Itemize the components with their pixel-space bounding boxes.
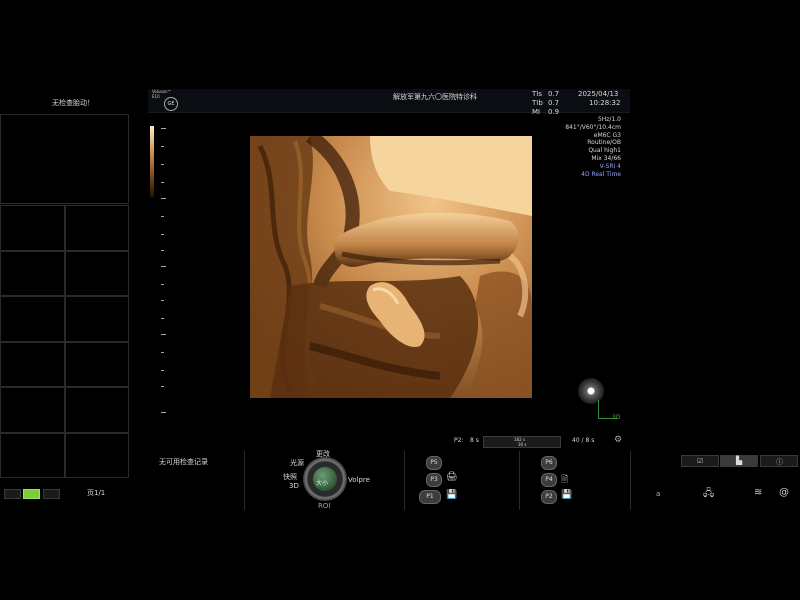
depth-tick	[161, 334, 166, 335]
layout-single-button[interactable]	[4, 489, 21, 499]
layout-grid-button[interactable]	[43, 489, 60, 499]
param-line: eM6C G3	[593, 131, 621, 139]
depth-tick	[161, 164, 164, 165]
thumbnail-slot[interactable]	[64, 387, 129, 433]
param-line: 841°/V60°/10.4cm	[565, 123, 621, 131]
depth-tick	[161, 352, 164, 353]
ultrasound-3d-render[interactable]	[250, 136, 532, 398]
depth-tick	[161, 198, 166, 199]
depth-tick	[161, 266, 166, 267]
depth-tick	[161, 370, 164, 371]
tib-label: TIb	[532, 99, 543, 107]
panel-divider	[404, 451, 405, 510]
depth-tick	[161, 318, 164, 319]
param-line: V-SRI 4	[599, 162, 621, 170]
knob-size-label: 大小	[316, 480, 329, 487]
preset-p4-button[interactable]: P4	[541, 473, 557, 487]
preset-p2-button[interactable]: P2	[541, 490, 557, 504]
document-icon[interactable]: 🗎	[561, 472, 568, 488]
at-icon[interactable]: @	[779, 487, 789, 498]
thumbnail-grid	[0, 205, 129, 478]
depth-tick	[161, 182, 164, 183]
thumbnail-slot[interactable]	[0, 250, 65, 296]
preset-p5-button[interactable]: P5	[426, 456, 442, 470]
mi-value: 0.9	[548, 108, 560, 116]
tab-measure[interactable]: ▙	[720, 455, 758, 467]
param-line: Qual high1	[588, 147, 621, 155]
cine-bar-value: 30 s	[518, 442, 527, 447]
depth-tick	[161, 146, 164, 147]
thumbnail-slot[interactable]	[64, 250, 129, 296]
thumbnail-slot[interactable]	[64, 432, 129, 478]
depth-tick	[161, 300, 164, 301]
no-records-label: 无可用检查记录	[159, 458, 208, 466]
fetal-heart-status: 无检查胎动！	[52, 99, 94, 107]
depth-tick	[161, 128, 166, 129]
tis-label: TIs	[532, 90, 542, 98]
panel-divider	[244, 451, 245, 510]
orientation-label: 3D	[612, 414, 621, 421]
thumbnail-slot[interactable]	[0, 205, 65, 251]
thumbnail-slot[interactable]	[64, 341, 129, 387]
chart-tab-icon: ▙	[736, 456, 743, 465]
thumbnail-slot[interactable]	[0, 296, 65, 342]
depth-tick	[161, 216, 164, 217]
preset-p1-button[interactable]: P1	[419, 490, 441, 504]
depth-tick	[161, 412, 166, 413]
thumbnail-slot[interactable]	[64, 205, 129, 251]
cine-p2-label: P2:	[454, 437, 464, 444]
product-logo: Voluson™ E10	[152, 89, 172, 99]
exam-date: 2025/04/13	[578, 90, 619, 98]
preset-p6-button[interactable]: P6	[541, 456, 557, 470]
tab-images[interactable]: ☑	[681, 455, 719, 467]
thumbnail-slot[interactable]	[0, 341, 65, 387]
wifi-icon[interactable]: ≋	[754, 487, 762, 498]
thumbnail-slot[interactable]	[0, 387, 65, 433]
knob-light-label: 光源	[290, 459, 304, 467]
save-export-icon[interactable]: 💾	[561, 490, 572, 500]
save-icon[interactable]: 💾	[446, 490, 457, 500]
knob-3d-label: 3D	[289, 482, 299, 490]
depth-tick	[161, 386, 164, 387]
param-line: Mix 34/66	[591, 154, 621, 162]
ge-logo: GE	[164, 97, 178, 111]
preset-p3-button[interactable]: P3	[426, 473, 442, 487]
tab-info[interactable]: ⓘ	[760, 455, 798, 467]
depth-tick	[161, 250, 164, 251]
mi-label: MI	[532, 108, 541, 116]
page-indicator: 页1/1	[87, 489, 106, 497]
knob-volpre-label: Volpre	[348, 476, 370, 484]
knob-snapshot-label: 快照	[283, 473, 297, 481]
printer-icon[interactable]: 🖨	[446, 472, 457, 482]
text-annotation-icon[interactable]: a	[656, 490, 660, 498]
tis-value: 0.7	[548, 90, 560, 98]
cine-scrollbar[interactable]: 182 s 30 s	[483, 436, 561, 448]
color-map-bar	[150, 126, 154, 198]
thumbnail-preview[interactable]	[0, 114, 129, 204]
cine-duration-label: 8 s	[470, 437, 479, 444]
param-line: Routine/OB	[587, 139, 621, 147]
exam-time: 10:28:32	[589, 99, 621, 107]
network-icon[interactable]: 🖧	[703, 486, 714, 503]
settings-gear-icon[interactable]: ⚙	[614, 435, 622, 445]
param-line: 4D Real Time	[581, 170, 621, 178]
depth-tick	[161, 234, 164, 235]
tib-value: 0.7	[548, 99, 560, 107]
imaging-parameters: 5Hz/1.0 841°/V60°/10.4cm eM6C G3 Routine…	[565, 116, 621, 178]
image-tab-icon: ☑	[697, 457, 704, 465]
knob-roi-label: ROI	[318, 502, 331, 510]
thumbnail-slot[interactable]	[64, 296, 129, 342]
panel-divider	[630, 451, 631, 510]
institution-name: 解放军第九六〇医院特诊科	[393, 93, 477, 101]
panel-divider	[519, 451, 520, 510]
info-tab-icon: ⓘ	[776, 458, 783, 466]
param-line: 5Hz/1.0	[597, 116, 621, 123]
cine-frames: 40 / 8 s	[572, 437, 595, 444]
layout-quad-button[interactable]	[23, 489, 40, 499]
depth-tick	[161, 284, 164, 285]
thumbnail-slot[interactable]	[0, 432, 65, 478]
